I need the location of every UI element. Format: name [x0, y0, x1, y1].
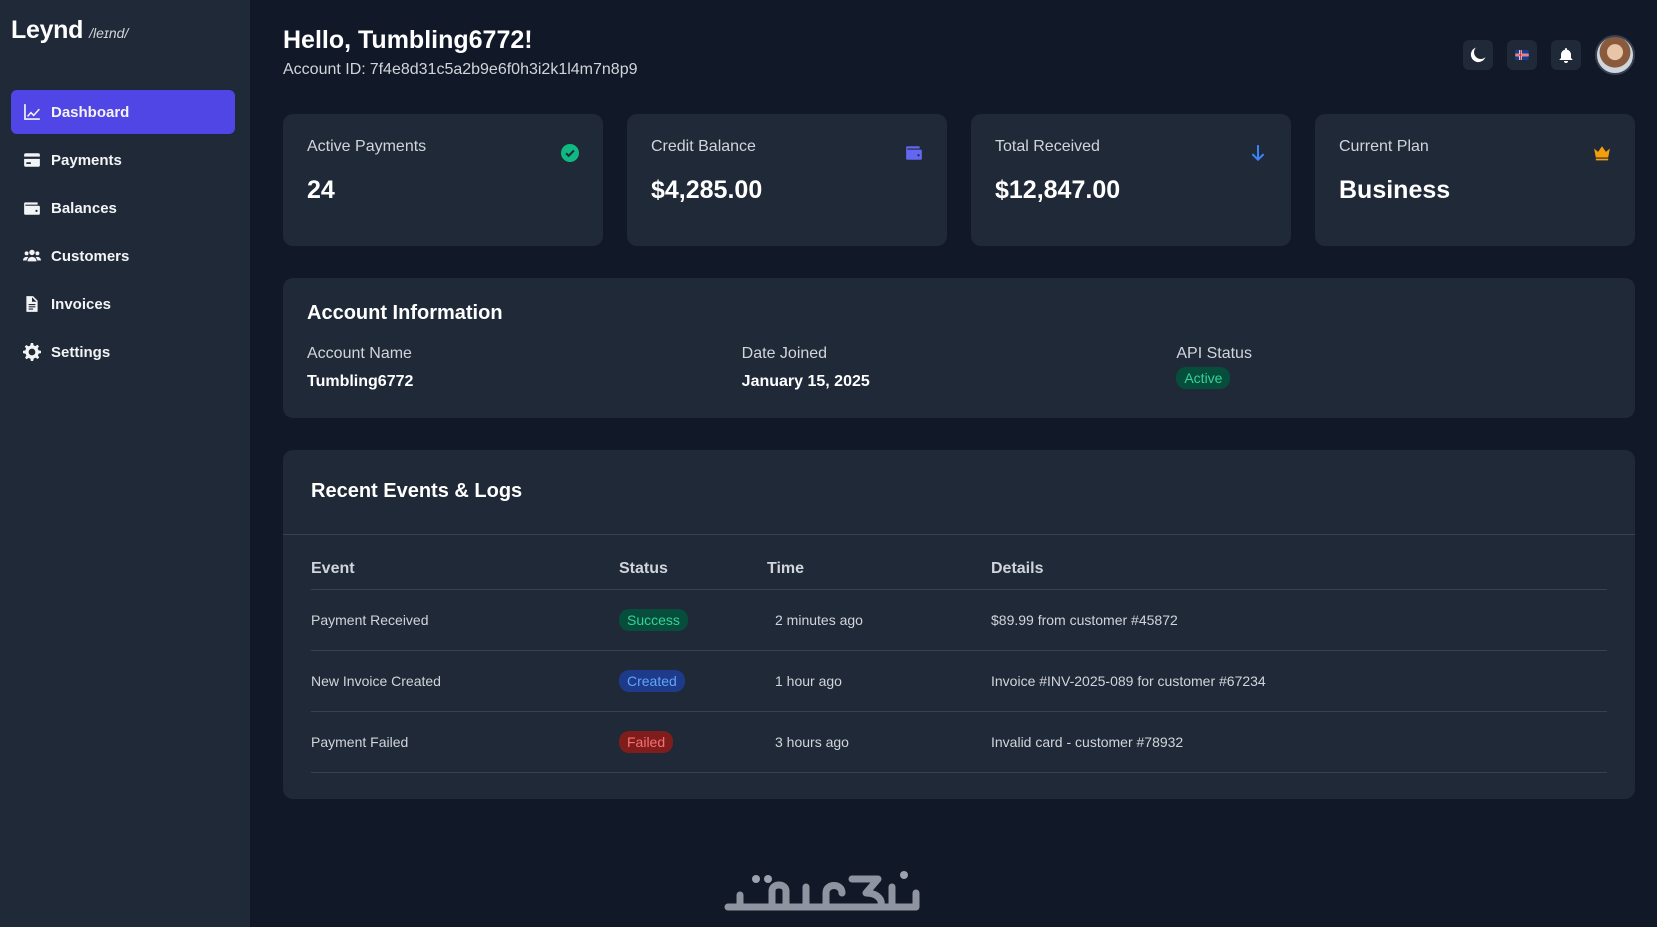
- stat-card-total-received: Total Received $12,847.00: [971, 114, 1291, 246]
- field-value: January 15, 2025: [741, 373, 870, 390]
- stat-card-current-plan: Current Plan Business: [1315, 114, 1635, 246]
- sidebar-nav: Dashboard Payments Balances Customers In…: [11, 90, 235, 378]
- account-information-card: Account Information Account Name Tumblin…: [283, 278, 1635, 418]
- notifications-button[interactable]: [1551, 40, 1581, 70]
- wallet-icon: [905, 144, 923, 162]
- flag-icon: [1515, 50, 1529, 60]
- api-status-field: API Status Active: [1176, 345, 1611, 391]
- sidebar-item-invoices[interactable]: Invoices: [11, 282, 235, 326]
- field-label: Account Name: [307, 345, 412, 362]
- stat-value: Business: [1339, 176, 1451, 204]
- field-value: Tumbling6772: [307, 373, 414, 390]
- sidebar-item-label: Invoices: [51, 295, 112, 313]
- wallet-icon: [23, 199, 41, 217]
- time-cell: 3 hours ago: [775, 734, 849, 750]
- crown-icon: [1593, 144, 1611, 162]
- event-cell: Payment Received: [311, 612, 429, 628]
- details-cell: Invoice #INV-2025-089 for customer #6723…: [991, 673, 1266, 689]
- topbar: [1463, 35, 1635, 75]
- stat-value: 24: [307, 176, 335, 204]
- account-id-value: 7f4e8d31c5a2b9e6f0h3i2k1l4m7n8p9: [369, 61, 638, 78]
- account-name-field: Account Name Tumbling6772: [307, 345, 742, 391]
- sidebar-item-label: Settings: [51, 343, 111, 361]
- gear-icon: [23, 343, 41, 361]
- sidebar-item-label: Balances: [51, 199, 117, 217]
- stat-value: $12,847.00: [995, 176, 1121, 204]
- status-badge: Success: [619, 609, 688, 631]
- sidebar-item-payments[interactable]: Payments: [11, 138, 235, 182]
- sidebar-item-settings[interactable]: Settings: [11, 330, 235, 374]
- time-cell: 2 minutes ago: [775, 612, 863, 628]
- stat-label: Total Received: [995, 138, 1100, 155]
- events-header: Recent Events & Logs: [283, 450, 1635, 535]
- sidebar-item-dashboard[interactable]: Dashboard: [11, 90, 235, 134]
- field-label: API Status: [1176, 345, 1252, 362]
- check-circle-icon: [561, 144, 579, 162]
- events-table: Event Status Time Details Payment Receiv…: [311, 560, 1607, 773]
- chart-line-icon: [23, 103, 41, 121]
- column-header: Time: [767, 560, 805, 577]
- date-joined-field: Date Joined January 15, 2025: [742, 345, 1177, 391]
- sidebar-item-label: Dashboard: [51, 103, 130, 121]
- sidebar: Leynd /leɪnd/ Dashboard Payments Balance…: [0, 0, 250, 927]
- card-title: Recent Events & Logs: [311, 480, 523, 502]
- table-row[interactable]: Payment Received Success 2 minutes ago $…: [311, 590, 1607, 651]
- stat-card-active-payments: Active Payments 24: [283, 114, 603, 246]
- arrow-down-icon: [1249, 144, 1267, 162]
- stat-label: Credit Balance: [651, 138, 756, 155]
- stat-label: Current Plan: [1339, 138, 1429, 155]
- language-button[interactable]: [1507, 40, 1537, 70]
- theme-toggle-button[interactable]: [1463, 40, 1493, 70]
- details-cell: Invalid card - customer #78932: [991, 734, 1184, 750]
- watermark-logo: [724, 871, 920, 911]
- table-row[interactable]: New Invoice Created Created 1 hour ago I…: [311, 651, 1607, 712]
- column-header: Status: [619, 560, 668, 577]
- sidebar-item-label: Payments: [51, 151, 122, 169]
- column-header: Details: [991, 560, 1044, 577]
- time-cell: 1 hour ago: [775, 673, 842, 689]
- sidebar-item-balances[interactable]: Balances: [11, 186, 235, 230]
- bell-icon: [1559, 48, 1573, 63]
- brand-phonetic: /leɪnd/: [89, 25, 129, 41]
- account-id: Account ID: 7f4e8d31c5a2b9e6f0h3i2k1l4m7n…: [283, 61, 638, 79]
- stat-card-credit-balance: Credit Balance $4,285.00: [627, 114, 947, 246]
- account-id-label: Account ID:: [283, 61, 366, 78]
- credit-card-icon: [23, 151, 41, 169]
- status-badge: Failed: [619, 731, 674, 753]
- account-info-grid: Account Name Tumbling6772 Date Joined Ja…: [307, 345, 1611, 391]
- page-title: Hello, Tumbling6772!: [283, 26, 533, 54]
- avatar[interactable]: [1595, 35, 1635, 75]
- event-cell: Payment Failed: [311, 734, 409, 750]
- field-label: Date Joined: [741, 345, 828, 362]
- moon-icon: [1470, 47, 1486, 63]
- file-invoice-icon: [23, 295, 41, 313]
- event-cell: New Invoice Created: [311, 673, 441, 689]
- events-card: Recent Events & Logs Event Status Time D…: [283, 450, 1635, 799]
- stats-row: Active Payments 24 Credit Balance $4,285…: [283, 114, 1635, 246]
- status-badge: Active: [1176, 367, 1231, 389]
- status-badge: Created: [619, 670, 685, 692]
- sidebar-item-customers[interactable]: Customers: [11, 234, 235, 278]
- stat-value: $4,285.00: [651, 176, 763, 204]
- brand-name: Leynd: [11, 16, 84, 44]
- card-title: Account Information: [307, 302, 503, 324]
- stat-label: Active Payments: [307, 138, 427, 155]
- brand[interactable]: Leynd /leɪnd/: [11, 16, 128, 45]
- column-header: Event: [311, 560, 355, 577]
- sidebar-item-label: Customers: [51, 247, 130, 265]
- table-header: Event Status Time Details: [311, 560, 1607, 590]
- table-row[interactable]: Payment Failed Failed 3 hours ago Invali…: [311, 712, 1607, 773]
- details-cell: $89.99 from customer #45872: [991, 612, 1178, 628]
- users-icon: [23, 247, 41, 265]
